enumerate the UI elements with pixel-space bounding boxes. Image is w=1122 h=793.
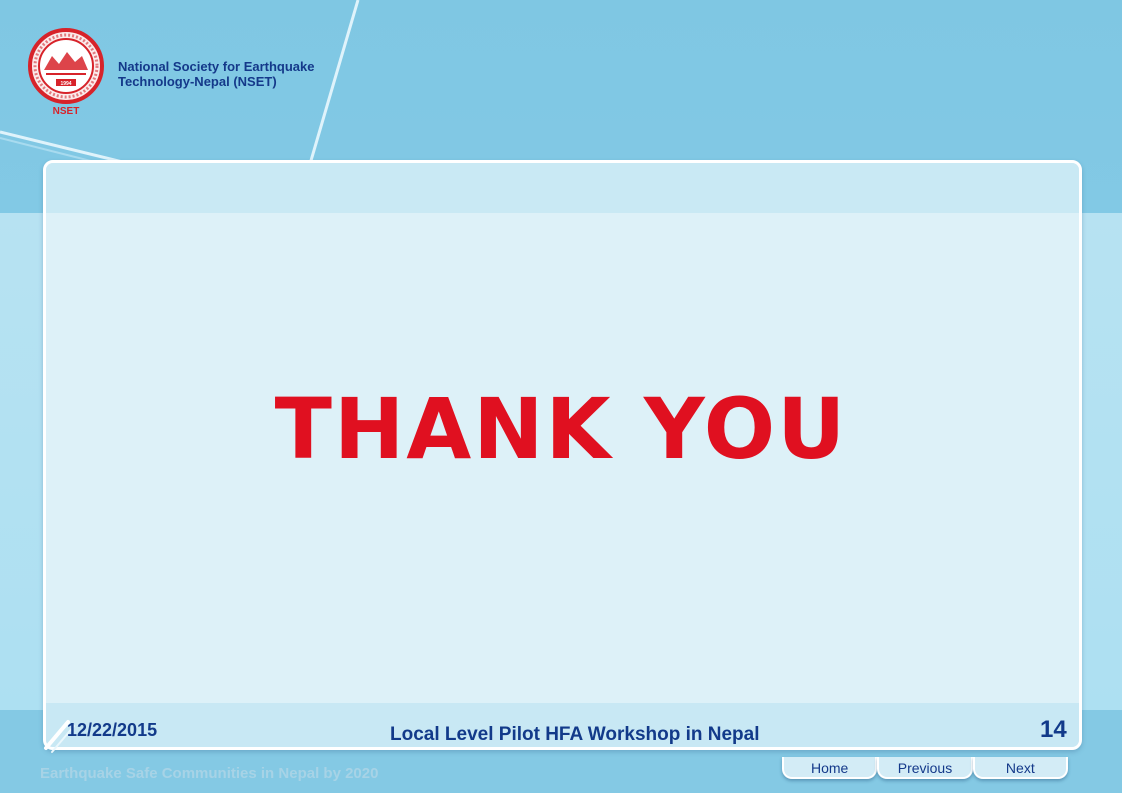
next-button[interactable]: Next	[972, 757, 1068, 779]
slide: 1994 NSET National Society for Earthquak…	[0, 0, 1122, 793]
slide-date: 12/22/2015	[67, 720, 158, 740]
footer-title: Local Level Pilot HFA Workshop in Nepal	[390, 724, 760, 745]
nset-logo: 1994 NSET	[26, 26, 108, 122]
organization-name-line2: Technology-Nepal (NSET)	[118, 74, 277, 89]
logo-label: NSET	[52, 106, 80, 117]
slide-heading: THANK YOU	[274, 380, 848, 478]
page-number: 14	[1040, 716, 1067, 743]
home-button[interactable]: Home	[782, 757, 878, 779]
previous-button[interactable]: Previous	[877, 757, 973, 779]
tagline: Earthquake Safe Communities in Nepal by …	[40, 765, 379, 782]
slide-navigation: Home Previous Next	[782, 757, 1068, 782]
logo-year: 1994	[60, 81, 72, 87]
organization-name: National Society for Earthquake Technolo…	[118, 59, 315, 89]
organization-name-line1: National Society for Earthquake	[118, 59, 315, 74]
